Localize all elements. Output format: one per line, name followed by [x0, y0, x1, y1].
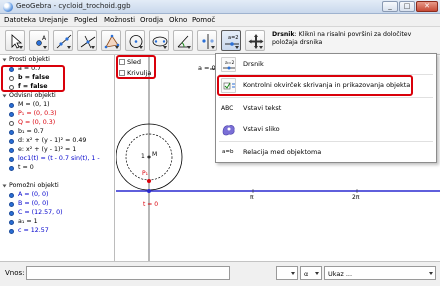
menu-item-insert-text[interactable]: ABC Vstavi tekst: [216, 99, 436, 118]
geogebra-app-icon: [3, 2, 13, 12]
input-bar: Vnos: α Ukaz ...: [0, 261, 440, 286]
text-icon: ABC: [221, 105, 234, 112]
dependent-object-text: P₁ = (0, 0.3): [18, 110, 57, 117]
minimize-button[interactable]: _: [382, 1, 398, 12]
menu-item-relation[interactable]: a=b Relacija med objektoma: [216, 143, 436, 162]
highlight-box-free-booleans: [1, 65, 65, 92]
visibility-toggle-icon[interactable]: [9, 139, 14, 144]
menu-item-drsnik[interactable]: a=2 Drsnik: [216, 55, 436, 74]
menu-datoteka[interactable]: Datoteka: [4, 16, 36, 24]
toolbar: A a=2 Drsnik: Kliknì na risalni površini…: [0, 27, 440, 55]
menu-pomoc[interactable]: Pomoč: [192, 16, 215, 24]
point-p1-label[interactable]: P₁: [142, 170, 148, 177]
menu-urejanje[interactable]: Urejanje: [39, 16, 68, 24]
menu-bar: Datoteka Urejanje Pogled Možnosti Orodja…: [0, 14, 440, 27]
close-button[interactable]: ✕: [416, 1, 438, 12]
greek-letter-select[interactable]: α: [300, 266, 322, 280]
highlight-box-checkboxes: [116, 55, 156, 79]
polygon-tool[interactable]: [101, 30, 121, 51]
window-title: GeoGebra - cycloid_trochoid.ggb: [16, 2, 131, 10]
visibility-toggle-icon[interactable]: [9, 166, 14, 171]
tool-help-title: Drsnik: [272, 31, 295, 38]
svg-text:a=2: a=2: [228, 35, 238, 41]
relation-icon: a=b: [222, 149, 234, 155]
svg-text:a=2: a=2: [225, 60, 235, 66]
visibility-toggle-icon[interactable]: [9, 121, 14, 126]
maximize-button[interactable]: □: [399, 1, 415, 12]
menu-pogled[interactable]: Pogled: [74, 16, 97, 24]
point-m-label[interactable]: M: [152, 151, 157, 158]
dependent-object-text: e: x² + (y - 1)² = 1: [18, 146, 77, 153]
visibility-toggle-icon[interactable]: [9, 229, 14, 234]
angle-tool[interactable]: [173, 30, 193, 51]
auxiliary-object-text: a₁ = 1: [18, 218, 38, 225]
menu-moznosti[interactable]: Možnosti: [104, 16, 135, 24]
image-icon: [221, 122, 236, 137]
menu-orodja[interactable]: Orodja: [140, 16, 163, 24]
dependent-object-text: b₁ = 0.7: [18, 128, 44, 135]
x-tick-pi: π: [250, 194, 254, 201]
visibility-toggle-icon[interactable]: [9, 211, 14, 216]
move-tool[interactable]: [5, 30, 25, 51]
command-select[interactable]: Ukaz ...: [324, 266, 436, 280]
input-field[interactable]: [26, 266, 230, 280]
dependent-object-text: loc1(t) = (t - 0.7 sin(t), 1 -: [18, 155, 100, 162]
visibility-toggle-icon[interactable]: [9, 157, 14, 162]
auxiliary-object-text: c = 12.57: [18, 227, 49, 234]
menu-item-insert-image[interactable]: Vstavi sliko: [216, 120, 436, 139]
dependent-object-text: d: x² + (y - 1)² = 0.49: [18, 137, 87, 144]
auxiliary-object-text: C = (12.57, 0): [18, 209, 63, 216]
input-label: Vnos:: [5, 269, 25, 277]
auxiliary-object-text: A = (0, 0): [18, 191, 49, 198]
visibility-toggle-icon[interactable]: [9, 130, 14, 135]
tool-help-text: Drsnik: Kliknì na risalni površini za do…: [272, 31, 437, 47]
y-tick-1: 1: [141, 153, 145, 160]
line-tool[interactable]: [53, 30, 73, 51]
reflect-tool[interactable]: [197, 30, 217, 51]
slider-tool[interactable]: a=2: [221, 30, 241, 51]
auxiliary-object-text: B = (0, 0): [18, 200, 49, 207]
x-tick-2pi: 2π: [352, 194, 360, 201]
visibility-toggle-icon[interactable]: [9, 202, 14, 207]
dependent-object-text: Q = (0, 0.3): [18, 119, 56, 126]
dependent-object-text: t = 0: [18, 164, 34, 171]
slider-icon: a=2: [221, 57, 236, 72]
visibility-toggle-icon[interactable]: [9, 112, 14, 117]
circle-tool[interactable]: [125, 30, 145, 51]
visibility-toggle-icon[interactable]: [9, 148, 14, 153]
dependent-object-text: M = (0, 1): [18, 101, 50, 108]
visibility-toggle-icon[interactable]: [9, 193, 14, 198]
menu-okno[interactable]: Okno: [169, 16, 187, 24]
symbol-select[interactable]: [276, 266, 298, 280]
visibility-toggle-icon[interactable]: [9, 220, 14, 225]
slider-tool-dropdown: a=2 Drsnik Kontrolni okvirček skrivanja …: [215, 53, 437, 163]
algebra-view: Prosti objekti a = 0.7 b = false f = false…: [0, 55, 115, 261]
t-value-label[interactable]: t = 0: [143, 201, 158, 208]
highlight-box-checkbox-tool: [217, 75, 413, 96]
perpendicular-tool[interactable]: [77, 30, 97, 51]
window-titlebar[interactable]: GeoGebra - cycloid_trochoid.ggb _ □ ✕: [0, 0, 440, 14]
point-tool[interactable]: A: [29, 30, 49, 51]
svg-text:A: A: [42, 35, 47, 42]
visibility-toggle-icon[interactable]: [9, 103, 14, 108]
conic-tool[interactable]: [149, 30, 169, 51]
move-view-tool[interactable]: [245, 30, 265, 51]
